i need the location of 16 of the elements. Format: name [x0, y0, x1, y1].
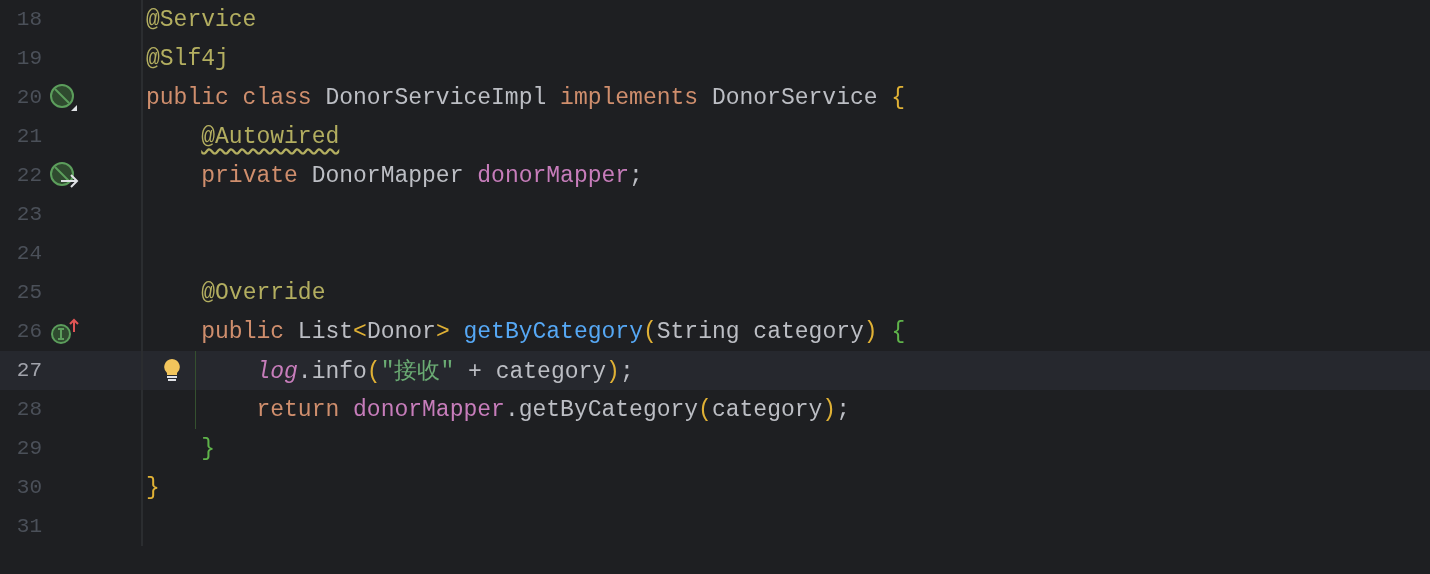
lightbulb-icon[interactable] — [163, 358, 181, 382]
code-line: @Slf4j — [146, 45, 229, 72]
code-line: @Override — [201, 279, 326, 306]
code-line: } — [201, 435, 216, 462]
code-line: log.info("接收" + category); — [256, 358, 634, 386]
line-number: 27 — [15, 359, 42, 382]
code-line: private DonorMapper donorMapper; — [201, 162, 643, 189]
code-line: @Autowired — [201, 123, 340, 150]
code-line: @Service — [146, 6, 257, 33]
code-line: public List<Donor> getByCategory(String category) { — [201, 318, 906, 345]
bean-injection-icon[interactable] — [50, 161, 80, 190]
code-line: public class DonorServiceImpl implements DonorService { — [146, 84, 906, 111]
code-line: } — [146, 474, 160, 501]
implements-icon[interactable] — [50, 317, 80, 346]
bean-icon[interactable] — [50, 83, 78, 112]
code-line: return donorMapper.getByCategory(category); — [256, 396, 850, 423]
